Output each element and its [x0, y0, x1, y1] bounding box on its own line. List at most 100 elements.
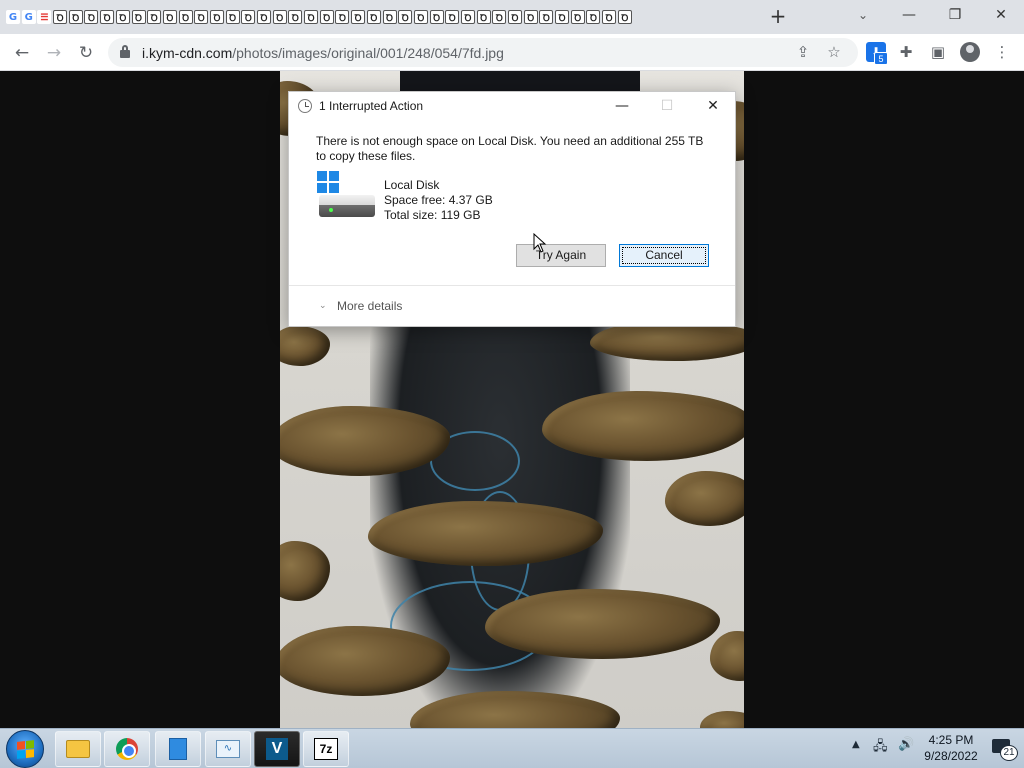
photo-blob: [665, 471, 744, 526]
tab-favicon-icon[interactable]: Ꝺ: [460, 10, 475, 24]
tab-favicon-icon[interactable]: Ꝺ: [555, 10, 570, 24]
dialog-close-button[interactable]: ✕: [698, 96, 728, 116]
dialog-divider: [289, 285, 735, 286]
tab-favicon-icon[interactable]: Ꝺ: [241, 10, 256, 24]
drive-name: Local Disk: [384, 178, 440, 192]
dialog-title-bar[interactable]: 1 Interrupted Action — ☐ ✕: [289, 92, 735, 121]
window-close-button[interactable]: ✕: [978, 0, 1024, 30]
folder-icon: [66, 740, 90, 758]
app-tab-icon[interactable]: ☰: [37, 10, 52, 24]
vortex-icon: V: [266, 738, 288, 760]
tab-favicon-icon[interactable]: Ꝺ: [225, 10, 240, 24]
start-button[interactable]: [6, 730, 44, 768]
tab-favicon-icon[interactable]: Ꝺ: [100, 10, 115, 24]
clock-time: 4:25 PM: [928, 733, 974, 747]
lock-icon[interactable]: [120, 45, 130, 58]
google-tab-icon[interactable]: G: [21, 10, 36, 24]
tab-favicon-icon[interactable]: Ꝺ: [508, 10, 522, 24]
tab-favicon-icon[interactable]: Ꝺ: [304, 10, 319, 24]
tab-favicon-icon[interactable]: Ꝺ: [147, 10, 162, 24]
taskbar-notepad[interactable]: [155, 731, 201, 767]
clock-icon: [298, 99, 312, 113]
hard-drive-icon: [319, 195, 375, 217]
volume-icon[interactable]: 🔊: [898, 737, 914, 752]
drive-space-free: Space free: 4.37 GB: [384, 193, 493, 207]
photo-blob: [280, 326, 330, 366]
mouse-cursor-icon: [533, 233, 547, 253]
local-disk-icon: [317, 171, 377, 219]
tab-favicon-icon[interactable]: Ꝺ: [523, 10, 538, 24]
tab-favicon-icon[interactable]: Ꝺ: [178, 10, 193, 24]
tab-favicon-icon[interactable]: Ꝺ: [617, 10, 632, 24]
dialog-message: There is not enough space on Local Disk.…: [316, 134, 704, 163]
tab-favicon-icon[interactable]: Ꝺ: [53, 10, 68, 24]
tab-favicon-icon[interactable]: Ꝺ: [68, 10, 83, 24]
drive-info: Local Disk Space free: 4.37 GB Total siz…: [384, 178, 493, 223]
photo-blob: [590, 321, 744, 361]
tab-favicon-icon[interactable]: Ꝺ: [115, 10, 130, 24]
dialog-maximize-button: ☐: [660, 98, 674, 114]
tab-favicon-icon[interactable]: Ꝺ: [398, 10, 413, 24]
tab-favicon-icon[interactable]: Ꝺ: [209, 10, 224, 24]
tab-favicon-icon[interactable]: Ꝺ: [413, 10, 428, 24]
back-button[interactable]: ←: [8, 39, 36, 67]
windows-logo-icon: [317, 171, 339, 193]
taskbar-vortex[interactable]: V: [254, 731, 300, 767]
photo-blob: [280, 541, 330, 601]
menu-kebab-icon[interactable]: ⋮: [992, 42, 1012, 62]
tab-favicon-icon[interactable]: Ꝺ: [570, 10, 585, 24]
cancel-button[interactable]: Cancel: [619, 244, 709, 267]
tab-favicon-icon[interactable]: Ꝺ: [539, 10, 554, 24]
interrupted-action-dialog: 1 Interrupted Action — ☐ ✕ There is not …: [288, 91, 736, 327]
reload-button[interactable]: ↻: [72, 39, 100, 67]
address-bar[interactable]: i.kym-cdn.com/photos/images/original/001…: [108, 38, 858, 67]
tab-favicon-icon[interactable]: Ꝺ: [429, 10, 444, 24]
tab-favicon-icon[interactable]: Ꝺ: [194, 10, 209, 24]
chevron-down-icon: ⌄: [319, 301, 327, 311]
tab-favicon-icon[interactable]: Ꝺ: [272, 10, 287, 24]
tab-favicon-icon[interactable]: Ꝺ: [84, 10, 99, 24]
bookmark-star-icon[interactable]: ☆: [825, 43, 843, 61]
show-hidden-icons-icon[interactable]: ▲: [852, 739, 860, 750]
url-text[interactable]: i.kym-cdn.com/photos/images/original/001…: [142, 45, 504, 61]
profile-avatar-icon[interactable]: [960, 42, 980, 62]
url-path: /photos/images/original/001/248/054/7fd.…: [232, 45, 504, 61]
window-minimize-button[interactable]: —: [886, 0, 932, 30]
dialog-minimize-button[interactable]: —: [607, 96, 637, 116]
window-restore-button[interactable]: ❐: [932, 0, 978, 30]
extensions-puzzle-icon[interactable]: ✚: [896, 42, 916, 62]
system-clock[interactable]: 4:25 PM 9/28/2022: [918, 732, 984, 764]
forward-button[interactable]: →: [40, 39, 68, 67]
photo-blob: [485, 589, 720, 659]
resource-monitor-icon: ∿: [216, 740, 240, 758]
tab-favicon-icon[interactable]: Ꝺ: [319, 10, 334, 24]
tab-favicon-icon[interactable]: Ꝺ: [351, 10, 366, 24]
tab-favicon-icon[interactable]: Ꝺ: [382, 10, 397, 24]
taskbar-resource-monitor[interactable]: ∿: [205, 731, 251, 767]
tab-search-button[interactable]: ⌄: [855, 8, 871, 24]
more-details-toggle[interactable]: ⌄ More details: [319, 299, 402, 313]
side-panel-icon[interactable]: ▣: [928, 42, 948, 62]
tab-favicon-icon[interactable]: Ꝺ: [335, 10, 350, 24]
tab-favicon-icon[interactable]: Ꝺ: [288, 10, 303, 24]
tab-favicon-icon[interactable]: Ꝺ: [257, 10, 271, 24]
google-tab-icon[interactable]: G: [6, 10, 20, 24]
dialog-title: 1 Interrupted Action: [319, 99, 424, 113]
share-icon[interactable]: ⇪: [794, 43, 812, 61]
notepad-icon: [169, 738, 187, 760]
tab-favicon-icon[interactable]: Ꝺ: [476, 10, 491, 24]
try-again-button[interactable]: Try Again: [516, 244, 606, 267]
tab-favicon-icon[interactable]: Ꝺ: [131, 10, 146, 24]
tab-favicon-icon[interactable]: Ꝺ: [445, 10, 460, 24]
tab-favicon-icon[interactable]: Ꝺ: [586, 10, 601, 24]
tab-favicon-icon[interactable]: Ꝺ: [162, 10, 177, 24]
taskbar-chrome[interactable]: [104, 731, 150, 767]
taskbar-7zip[interactable]: 7z: [303, 731, 349, 767]
new-tab-button[interactable]: +: [768, 6, 788, 26]
taskbar: ∿ V 7z ▲ 🖧 🔊 4:25 PM 9/28/2022: [0, 728, 1024, 768]
taskbar-file-explorer[interactable]: [55, 731, 101, 767]
tab-favicon-icon[interactable]: Ꝺ: [366, 10, 381, 24]
tab-favicon-icon[interactable]: Ꝺ: [492, 10, 507, 24]
network-icon[interactable]: 🖧: [873, 737, 888, 759]
tab-favicon-icon[interactable]: Ꝺ: [602, 10, 617, 24]
